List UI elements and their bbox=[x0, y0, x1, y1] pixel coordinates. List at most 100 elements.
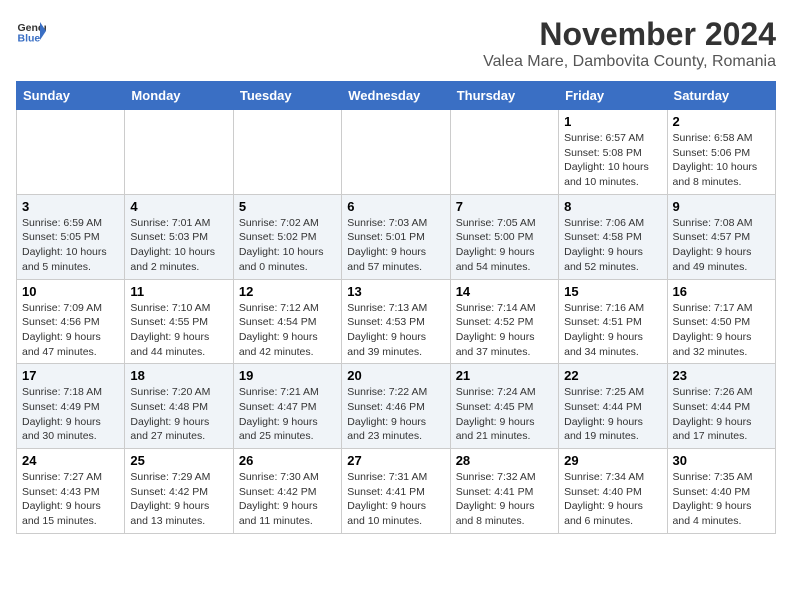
calendar-cell: 19 Sunrise: 7:21 AM Sunset: 4:47 PM Dayli… bbox=[233, 364, 341, 449]
day-info: Sunrise: 7:02 AM Sunset: 5:02 PM Dayligh… bbox=[239, 216, 336, 275]
calendar-cell bbox=[342, 110, 450, 195]
day-info: Sunrise: 7:29 AM Sunset: 4:42 PM Dayligh… bbox=[130, 470, 227, 529]
day-info: Sunrise: 7:35 AM Sunset: 4:40 PM Dayligh… bbox=[673, 470, 770, 529]
calendar-cell: 30 Sunrise: 7:35 AM Sunset: 4:40 PM Dayli… bbox=[667, 449, 775, 534]
day-info: Sunrise: 7:16 AM Sunset: 4:51 PM Dayligh… bbox=[564, 301, 661, 360]
day-number: 20 bbox=[347, 368, 444, 383]
day-info: Sunrise: 7:21 AM Sunset: 4:47 PM Dayligh… bbox=[239, 385, 336, 444]
calendar-cell: 26Sunrise: 7:30 AM Sunset: 4:42 PM Dayli… bbox=[233, 449, 341, 534]
calendar-cell: 15 Sunrise: 7:16 AM Sunset: 4:51 PM Dayli… bbox=[559, 279, 667, 364]
day-number: 25 bbox=[130, 453, 227, 468]
day-info: Sunrise: 7:17 AM Sunset: 4:50 PM Dayligh… bbox=[673, 301, 770, 360]
calendar-header-tuesday: Tuesday bbox=[233, 82, 341, 110]
day-info: Sunrise: 7:10 AM Sunset: 4:55 PM Dayligh… bbox=[130, 301, 227, 360]
day-number: 9 bbox=[673, 199, 770, 214]
calendar-table: SundayMondayTuesdayWednesdayThursdayFrid… bbox=[16, 81, 776, 534]
calendar-cell bbox=[17, 110, 125, 195]
day-number: 4 bbox=[130, 199, 227, 214]
day-info: Sunrise: 7:30 AM Sunset: 4:42 PM Dayligh… bbox=[239, 470, 336, 529]
calendar-header-wednesday: Wednesday bbox=[342, 82, 450, 110]
calendar-cell: 1 Sunrise: 6:57 AM Sunset: 5:08 PM Daylig… bbox=[559, 110, 667, 195]
day-info: Sunrise: 7:06 AM Sunset: 4:58 PM Dayligh… bbox=[564, 216, 661, 275]
calendar-cell: 5 Sunrise: 7:02 AM Sunset: 5:02 PM Daylig… bbox=[233, 194, 341, 279]
day-info: Sunrise: 7:24 AM Sunset: 4:45 PM Dayligh… bbox=[456, 385, 553, 444]
calendar-cell bbox=[450, 110, 558, 195]
calendar-week-row: 1 Sunrise: 6:57 AM Sunset: 5:08 PM Daylig… bbox=[17, 110, 776, 195]
day-info: Sunrise: 7:32 AM Sunset: 4:41 PM Dayligh… bbox=[456, 470, 553, 529]
calendar-cell: 4 Sunrise: 7:01 AM Sunset: 5:03 PM Daylig… bbox=[125, 194, 233, 279]
day-number: 6 bbox=[347, 199, 444, 214]
calendar-cell: 25 Sunrise: 7:29 AM Sunset: 4:42 PM Dayli… bbox=[125, 449, 233, 534]
day-number: 10 bbox=[22, 284, 119, 299]
calendar-week-row: 17 Sunrise: 7:18 AM Sunset: 4:49 PM Dayli… bbox=[17, 364, 776, 449]
calendar-cell: 22 Sunrise: 7:25 AM Sunset: 4:44 PM Dayli… bbox=[559, 364, 667, 449]
calendar-cell: 29Sunrise: 7:34 AM Sunset: 4:40 PM Dayli… bbox=[559, 449, 667, 534]
calendar-cell: 11 Sunrise: 7:10 AM Sunset: 4:55 PM Dayli… bbox=[125, 279, 233, 364]
calendar-cell: 18 Sunrise: 7:20 AM Sunset: 4:48 PM Dayli… bbox=[125, 364, 233, 449]
day-number: 14 bbox=[456, 284, 553, 299]
day-number: 8 bbox=[564, 199, 661, 214]
calendar-cell: 2Sunrise: 6:58 AM Sunset: 5:06 PM Daylig… bbox=[667, 110, 775, 195]
day-number: 12 bbox=[239, 284, 336, 299]
day-number: 30 bbox=[673, 453, 770, 468]
day-info: Sunrise: 7:01 AM Sunset: 5:03 PM Dayligh… bbox=[130, 216, 227, 275]
day-number: 18 bbox=[130, 368, 227, 383]
calendar-cell: 7 Sunrise: 7:05 AM Sunset: 5:00 PM Daylig… bbox=[450, 194, 558, 279]
day-info: Sunrise: 6:59 AM Sunset: 5:05 PM Dayligh… bbox=[22, 216, 119, 275]
calendar-cell: 8 Sunrise: 7:06 AM Sunset: 4:58 PM Daylig… bbox=[559, 194, 667, 279]
calendar-header-sunday: Sunday bbox=[17, 82, 125, 110]
subtitle: Valea Mare, Dambovita County, Romania bbox=[483, 53, 776, 71]
calendar-cell: 24 Sunrise: 7:27 AM Sunset: 4:43 PM Dayli… bbox=[17, 449, 125, 534]
day-number: 5 bbox=[239, 199, 336, 214]
day-info: Sunrise: 7:22 AM Sunset: 4:46 PM Dayligh… bbox=[347, 385, 444, 444]
day-info: Sunrise: 7:08 AM Sunset: 4:57 PM Dayligh… bbox=[673, 216, 770, 275]
calendar-cell: 14 Sunrise: 7:14 AM Sunset: 4:52 PM Dayli… bbox=[450, 279, 558, 364]
calendar-cell: 28 Sunrise: 7:32 AM Sunset: 4:41 PM Dayli… bbox=[450, 449, 558, 534]
main-title: November 2024 bbox=[483, 16, 776, 53]
calendar-header-thursday: Thursday bbox=[450, 82, 558, 110]
day-info: Sunrise: 7:31 AM Sunset: 4:41 PM Dayligh… bbox=[347, 470, 444, 529]
day-number: 28 bbox=[456, 453, 553, 468]
day-number: 1 bbox=[564, 114, 661, 129]
day-number: 22 bbox=[564, 368, 661, 383]
day-number: 13 bbox=[347, 284, 444, 299]
day-number: 7 bbox=[456, 199, 553, 214]
calendar-cell: 9 Sunrise: 7:08 AM Sunset: 4:57 PM Daylig… bbox=[667, 194, 775, 279]
day-number: 21 bbox=[456, 368, 553, 383]
day-info: Sunrise: 6:57 AM Sunset: 5:08 PM Dayligh… bbox=[564, 131, 661, 190]
day-number: 19 bbox=[239, 368, 336, 383]
day-number: 27 bbox=[347, 453, 444, 468]
day-info: Sunrise: 7:27 AM Sunset: 4:43 PM Dayligh… bbox=[22, 470, 119, 529]
day-info: Sunrise: 7:12 AM Sunset: 4:54 PM Dayligh… bbox=[239, 301, 336, 360]
day-info: Sunrise: 7:03 AM Sunset: 5:01 PM Dayligh… bbox=[347, 216, 444, 275]
calendar-cell: 13Sunrise: 7:13 AM Sunset: 4:53 PM Dayli… bbox=[342, 279, 450, 364]
day-number: 11 bbox=[130, 284, 227, 299]
calendar-cell bbox=[233, 110, 341, 195]
day-info: Sunrise: 7:14 AM Sunset: 4:52 PM Dayligh… bbox=[456, 301, 553, 360]
calendar-header-monday: Monday bbox=[125, 82, 233, 110]
logo: General Blue bbox=[16, 16, 46, 46]
day-number: 15 bbox=[564, 284, 661, 299]
day-number: 3 bbox=[22, 199, 119, 214]
day-number: 29 bbox=[564, 453, 661, 468]
calendar-cell: 23Sunrise: 7:26 AM Sunset: 4:44 PM Dayli… bbox=[667, 364, 775, 449]
calendar-cell bbox=[125, 110, 233, 195]
day-info: Sunrise: 7:20 AM Sunset: 4:48 PM Dayligh… bbox=[130, 385, 227, 444]
calendar-cell: 17 Sunrise: 7:18 AM Sunset: 4:49 PM Dayli… bbox=[17, 364, 125, 449]
logo-icon: General Blue bbox=[16, 16, 46, 46]
day-number: 23 bbox=[673, 368, 770, 383]
calendar-cell: 3 Sunrise: 6:59 AM Sunset: 5:05 PM Daylig… bbox=[17, 194, 125, 279]
day-number: 17 bbox=[22, 368, 119, 383]
calendar-week-row: 24 Sunrise: 7:27 AM Sunset: 4:43 PM Dayli… bbox=[17, 449, 776, 534]
title-section: November 2024 Valea Mare, Dambovita Coun… bbox=[483, 16, 776, 71]
calendar-header-friday: Friday bbox=[559, 82, 667, 110]
calendar-cell: 12 Sunrise: 7:12 AM Sunset: 4:54 PM Dayli… bbox=[233, 279, 341, 364]
day-info: Sunrise: 7:18 AM Sunset: 4:49 PM Dayligh… bbox=[22, 385, 119, 444]
day-number: 24 bbox=[22, 453, 119, 468]
day-number: 2 bbox=[673, 114, 770, 129]
calendar-header-saturday: Saturday bbox=[667, 82, 775, 110]
calendar-week-row: 10Sunrise: 7:09 AM Sunset: 4:56 PM Dayli… bbox=[17, 279, 776, 364]
day-info: Sunrise: 7:05 AM Sunset: 5:00 PM Dayligh… bbox=[456, 216, 553, 275]
calendar-cell: 21 Sunrise: 7:24 AM Sunset: 4:45 PM Dayli… bbox=[450, 364, 558, 449]
day-info: Sunrise: 7:25 AM Sunset: 4:44 PM Dayligh… bbox=[564, 385, 661, 444]
